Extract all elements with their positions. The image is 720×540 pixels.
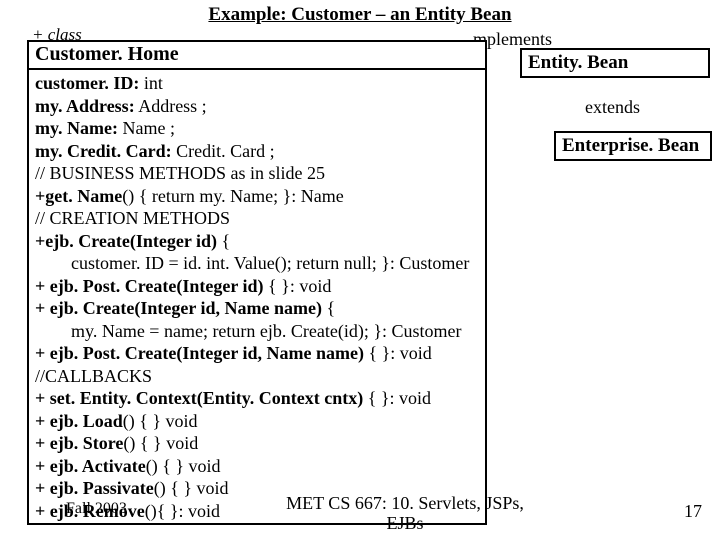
customer-home-body-compartment: customer. ID: int my. Address: Address ;… — [27, 70, 487, 525]
body-line: my. Credit. Card: Credit. Card ; — [35, 140, 479, 163]
body-line: my. Address: Address ; — [35, 95, 479, 118]
body-line: customer. ID: int — [35, 72, 479, 95]
body-line: + ejb. Activate() { } void — [35, 455, 479, 478]
body-line: + ejb. Create(Integer id, Name name) { — [35, 297, 479, 320]
body-line: + ejb. Store() { } void — [35, 432, 479, 455]
body-line: +get. Name() { return my. Name; }: Name — [35, 185, 479, 208]
body-line: //CALLBACKS — [35, 365, 479, 388]
customer-home-name-compartment: Customer. Home — [27, 40, 487, 70]
body-line: // BUSINESS METHODS as in slide 25 — [35, 162, 479, 185]
entity-bean-label: Entity. Bean — [528, 52, 628, 74]
body-line: my. Name: Name ; — [35, 117, 479, 140]
customer-home-name: Customer. Home — [35, 43, 179, 66]
page-number: 17 — [684, 501, 702, 522]
enterprise-bean-label: Enterprise. Bean — [562, 135, 699, 157]
footer-course: MET CS 667: 10. Servlets, JSPs, EJBs — [280, 493, 530, 534]
slide-title: Example: Customer – an Entity Bean — [0, 4, 720, 26]
enterprise-bean-box: Enterprise. Bean — [554, 131, 712, 161]
body-line: + set. Entity. Context(Entity. Context c… — [35, 387, 479, 410]
body-line: + ejb. Post. Create(Integer id) { }: voi… — [35, 275, 479, 298]
body-line: my. Name = name; return ejb. Create(id);… — [35, 320, 479, 343]
footer-course-line1: MET CS 667: 10. Servlets, JSPs, — [286, 493, 524, 513]
extends-label: extends — [585, 97, 640, 118]
body-line: + ejb. Load() { } void — [35, 410, 479, 433]
fall-term-label: Fall 2003 — [66, 500, 127, 518]
footer-course-line2: EJBs — [386, 513, 423, 533]
slide: Example: Customer – an Entity Bean + cla… — [0, 0, 720, 540]
body-line: customer. ID = id. int. Value(); return … — [35, 252, 479, 275]
body-line: // CREATION METHODS — [35, 207, 479, 230]
body-line: + ejb. Post. Create(Integer id, Name nam… — [35, 342, 479, 365]
body-line: +ejb. Create(Integer id) { — [35, 230, 479, 253]
entity-bean-box: Entity. Bean — [520, 48, 710, 78]
